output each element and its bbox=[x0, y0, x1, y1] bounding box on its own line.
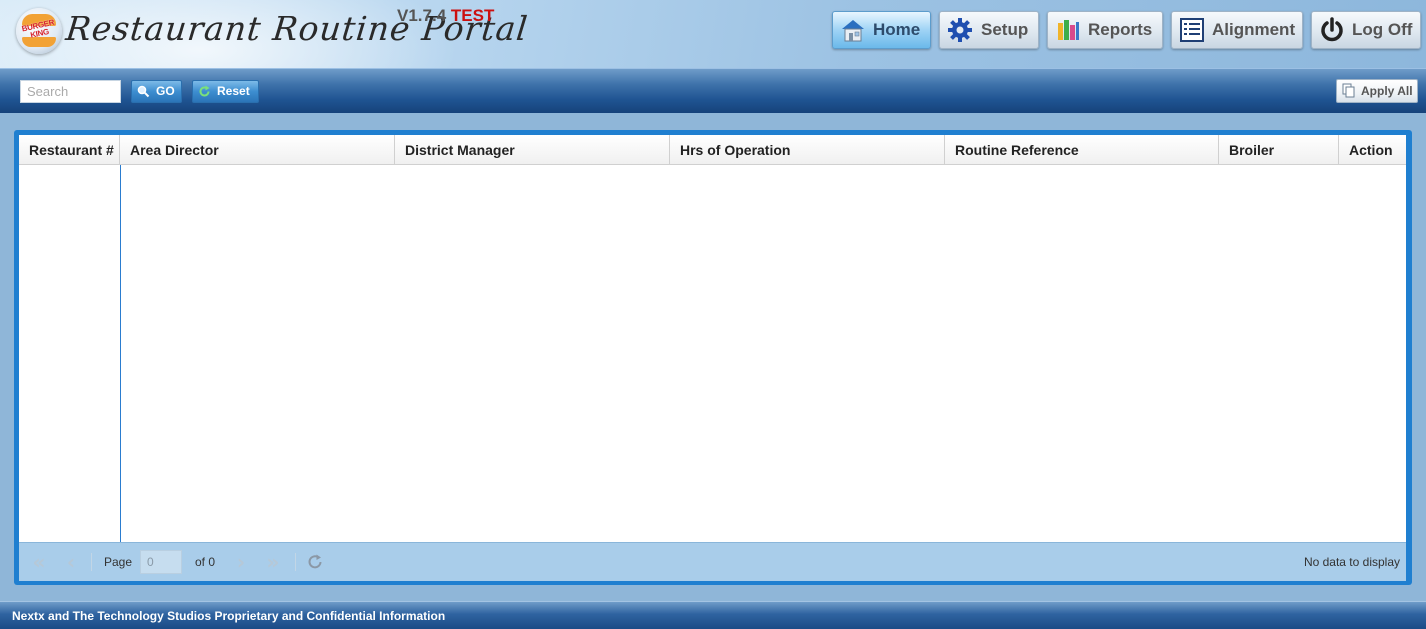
reports-icon bbox=[1058, 20, 1079, 40]
reset-label: Reset bbox=[217, 84, 250, 98]
reset-button[interactable]: Reset bbox=[192, 80, 259, 103]
next-page-icon[interactable]: › bbox=[231, 551, 251, 573]
pager-toolbar: « ‹ Page 0 of 0 › » No data to display bbox=[19, 542, 1406, 581]
search-icon bbox=[137, 85, 150, 98]
grid-panel: Restaurant # Area Director District Mana… bbox=[14, 130, 1412, 585]
environment-badge: TEST bbox=[450, 6, 495, 25]
page-number-input[interactable]: 0 bbox=[140, 550, 182, 574]
list-icon bbox=[1180, 18, 1204, 42]
frozen-column-divider bbox=[120, 165, 121, 542]
nav-reports-button[interactable]: Reports bbox=[1047, 11, 1163, 49]
nav-reports-label: Reports bbox=[1088, 20, 1153, 39]
grid-header: Restaurant # Area Director District Mana… bbox=[19, 135, 1406, 165]
footer: Nextx and The Technology Studios Proprie… bbox=[0, 601, 1426, 629]
go-label: GO bbox=[156, 84, 175, 98]
nav-alignment-button[interactable]: Alignment bbox=[1171, 11, 1303, 49]
nav-setup-label: Setup bbox=[981, 20, 1029, 39]
footer-text: Nextx and The Technology Studios Proprie… bbox=[12, 609, 446, 623]
col-header-restaurant[interactable]: Restaurant # bbox=[19, 135, 120, 165]
last-page-icon[interactable]: » bbox=[263, 551, 283, 573]
page-label: Page bbox=[104, 555, 133, 569]
nav-home-label: Home bbox=[873, 20, 921, 39]
data-grid: Restaurant # Area Director District Mana… bbox=[19, 135, 1406, 581]
col-header-area-director[interactable]: Area Director bbox=[120, 135, 395, 165]
nav-setup-button[interactable]: Setup bbox=[939, 11, 1039, 49]
app-header: BURGER KING Restaurant Routine Portal V1.… bbox=[0, 0, 1426, 68]
page-of-label: of 0 bbox=[195, 555, 216, 569]
search-input[interactable] bbox=[20, 80, 121, 103]
col-header-routine-reference[interactable]: Routine Reference bbox=[945, 135, 1219, 165]
version-label: V1.7.4 TEST bbox=[397, 6, 494, 26]
copy-icon bbox=[1342, 83, 1355, 98]
nav-home-button[interactable]: Home bbox=[832, 11, 931, 49]
home-icon bbox=[842, 20, 864, 42]
go-button[interactable]: GO bbox=[131, 80, 182, 103]
col-header-broiler[interactable]: Broiler bbox=[1219, 135, 1339, 165]
nav-alignment-label: Alignment bbox=[1212, 20, 1296, 39]
apply-all-label: Apply All bbox=[1361, 84, 1413, 98]
power-icon bbox=[1321, 17, 1343, 42]
gear-icon bbox=[948, 18, 972, 42]
col-header-hrs-of-operation[interactable]: Hrs of Operation bbox=[670, 135, 945, 165]
version-number: V1.7.4 bbox=[397, 6, 447, 25]
nav-logoff-button[interactable]: Log Off bbox=[1311, 11, 1421, 49]
refresh-icon[interactable] bbox=[306, 553, 324, 571]
apply-all-button[interactable]: Apply All bbox=[1336, 79, 1418, 103]
first-page-icon[interactable]: « bbox=[29, 551, 49, 573]
col-header-district-manager[interactable]: District Manager bbox=[395, 135, 670, 165]
burger-king-logo: BURGER KING bbox=[16, 8, 62, 54]
pager-status: No data to display bbox=[1303, 555, 1400, 569]
col-header-action[interactable]: Action bbox=[1339, 135, 1406, 165]
toolbar: GO Reset Apply All bbox=[0, 68, 1426, 113]
prev-page-icon[interactable]: ‹ bbox=[61, 551, 81, 573]
pager-separator bbox=[295, 553, 296, 571]
nav-logoff-label: Log Off bbox=[1352, 20, 1413, 39]
refresh-icon bbox=[199, 85, 210, 97]
pager-separator bbox=[91, 553, 92, 571]
